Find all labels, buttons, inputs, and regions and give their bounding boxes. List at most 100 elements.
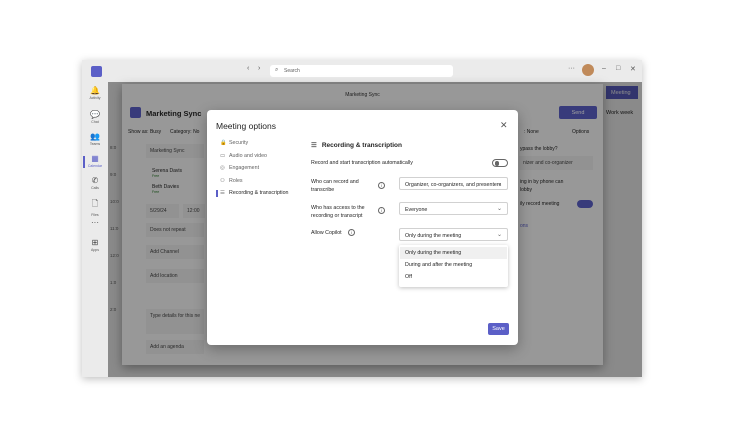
avatar[interactable]	[582, 64, 594, 76]
copilot-select[interactable]: Only during the meeting ⌄	[399, 228, 508, 241]
rail-item-calendar[interactable]: ▦ Calendar	[82, 154, 108, 168]
rail-item-activity[interactable]: 🔔 Activity	[82, 86, 108, 100]
rail-label: Calendar	[87, 164, 103, 168]
sensitivity[interactable]: : None	[524, 129, 539, 135]
nav-label: Recording & transcription	[229, 190, 289, 196]
title-field[interactable]: Marketing Sync	[146, 144, 204, 158]
close-icon[interactable]: ✕	[500, 120, 508, 131]
maximize-button[interactable]: □	[616, 65, 620, 72]
bell-icon: 🔔	[90, 86, 100, 95]
time-label: 8:0	[110, 145, 117, 150]
engagement-icon: ◎	[220, 165, 225, 171]
close-button[interactable]: ✕	[630, 65, 636, 73]
dialog-title: Meeting options	[216, 121, 277, 131]
rail-item-more[interactable]: ···	[82, 218, 108, 228]
select-value: Only during the meeting	[405, 232, 462, 239]
details-field[interactable]: Type details for this ne	[146, 309, 204, 334]
more-icon[interactable]: ···	[568, 65, 575, 72]
nav-label: Engagement	[229, 165, 260, 171]
lobby-select[interactable]: nizer and co-organizer	[519, 156, 593, 170]
chevron-down-icon: ⌄	[496, 181, 502, 187]
menu-option[interactable]: Only during the meeting	[400, 247, 507, 259]
meeting-button[interactable]: Meeting	[606, 86, 638, 99]
time-field[interactable]: 12:00	[183, 204, 205, 218]
menu-option[interactable]: During and after the meeting	[400, 259, 507, 271]
options-button[interactable]: Options	[572, 129, 589, 135]
rail-item-chat[interactable]: 💬 Chat	[82, 110, 108, 124]
time-label: 1:0	[110, 280, 117, 285]
more-icon: ···	[91, 218, 99, 227]
date-field[interactable]: 5/29/24	[146, 204, 179, 218]
lobby-label: ypass the lobby?	[520, 146, 558, 152]
phone-label-2: lobby	[520, 187, 532, 193]
auto-record-toggle[interactable]	[577, 200, 593, 208]
minimize-button[interactable]: –	[602, 65, 606, 72]
nav-item-recording-transcription[interactable]: ☰ Recording & transcription	[215, 190, 289, 197]
meeting-options-dialog: Meeting options ✕ 🔒 Security ▭ Audio and vi…	[207, 110, 518, 345]
file-icon: 🗋	[91, 199, 99, 208]
title-bar: ‹ › ⌕ Search ··· – □ ✕	[82, 60, 642, 82]
lock-icon: 🔒	[220, 140, 227, 146]
who-record-select[interactable]: Organizer, co-organizers, and presenters…	[399, 177, 508, 190]
phone-icon: ✆	[91, 176, 99, 185]
info-icon[interactable]: i	[378, 207, 385, 214]
rail-item-teams[interactable]: 👥 Teams	[82, 132, 108, 146]
teams-icon: 👥	[90, 132, 100, 141]
rail-label: Activity	[89, 96, 101, 100]
repeat-field[interactable]: Does not repeat	[146, 223, 204, 237]
time-label: 12:0	[110, 253, 119, 258]
rail-item-apps[interactable]: ⊞ Apps	[82, 238, 108, 252]
nav-item-security[interactable]: 🔒 Security	[220, 140, 248, 146]
view-selector[interactable]: Work week	[606, 110, 633, 116]
rail-item-calls[interactable]: ✆ Calls	[82, 176, 108, 190]
auto-record-label: Record and start transcription automatic…	[311, 160, 413, 166]
more-options-link[interactable]: ons	[520, 223, 528, 229]
video-icon: ▭	[220, 152, 226, 159]
nav-label: Roles	[229, 177, 243, 184]
calendar-icon: ▦	[91, 154, 99, 163]
list-icon: ☰	[220, 190, 225, 196]
search-placeholder: Search	[284, 68, 300, 74]
nav-item-engagement[interactable]: ◎ Engagement	[220, 165, 259, 171]
search-input[interactable]: ⌕ Search	[270, 65, 453, 77]
rail-label: Files	[91, 213, 99, 217]
nav-item-roles[interactable]: ⚇ Roles	[220, 178, 243, 184]
save-button[interactable]: Save	[488, 323, 509, 335]
menu-option[interactable]: Off	[400, 271, 507, 283]
time-label: 9:0	[110, 172, 117, 177]
who-access-select[interactable]: Everyone ⌄	[399, 202, 508, 215]
select-value: Everyone	[405, 206, 428, 213]
show-as[interactable]: Show as: Busy	[128, 129, 161, 135]
phone-label: ing in by phone can	[520, 179, 564, 185]
select-value: Organizer, co-organizers, and presenters	[405, 181, 502, 188]
auto-record-label: ily record meeting	[520, 201, 560, 207]
category[interactable]: Category: No	[170, 129, 199, 135]
chat-icon: 💬	[90, 110, 100, 119]
location-field[interactable]: Add location	[146, 269, 204, 283]
send-button[interactable]: Send	[559, 106, 597, 119]
time-label: 11:0	[110, 226, 119, 231]
window-title: Marketing Sync	[345, 92, 380, 98]
attendee-status: Free	[152, 190, 160, 194]
forward-icon[interactable]: ›	[258, 65, 260, 72]
channel-field[interactable]: Add Channel	[146, 245, 204, 259]
agenda-field[interactable]: Add an agenda	[146, 340, 204, 354]
teams-logo	[91, 66, 102, 77]
nav-label: Security	[229, 140, 249, 146]
who-access-label: Who has access to the recording or trans…	[311, 205, 365, 219]
app-rail: 🔔 Activity 💬 Chat 👥 Teams ▦ Calendar ✆ Calls 🗋 File…	[82, 82, 108, 377]
info-icon[interactable]: i	[348, 229, 355, 236]
rail-item-files[interactable]: 🗋 Files	[82, 198, 108, 217]
section-title-text: Recording & transcription	[321, 142, 403, 149]
nav-item-audio-and-video[interactable]: ▭ Audio and video	[220, 153, 267, 159]
section-title: ☰ Recording & transcription	[311, 141, 402, 149]
time-label: 10:0	[110, 199, 119, 204]
who-record-label: Who can record and transcribe	[311, 179, 359, 193]
person-icon: ⚇	[220, 177, 225, 184]
info-icon[interactable]: i	[378, 182, 385, 189]
nav-label: Audio and video	[229, 152, 267, 159]
auto-record-toggle[interactable]	[492, 159, 508, 167]
rail-label: Chat	[91, 120, 99, 124]
back-icon[interactable]: ‹	[247, 65, 249, 72]
rail-label: Teams	[89, 142, 101, 146]
